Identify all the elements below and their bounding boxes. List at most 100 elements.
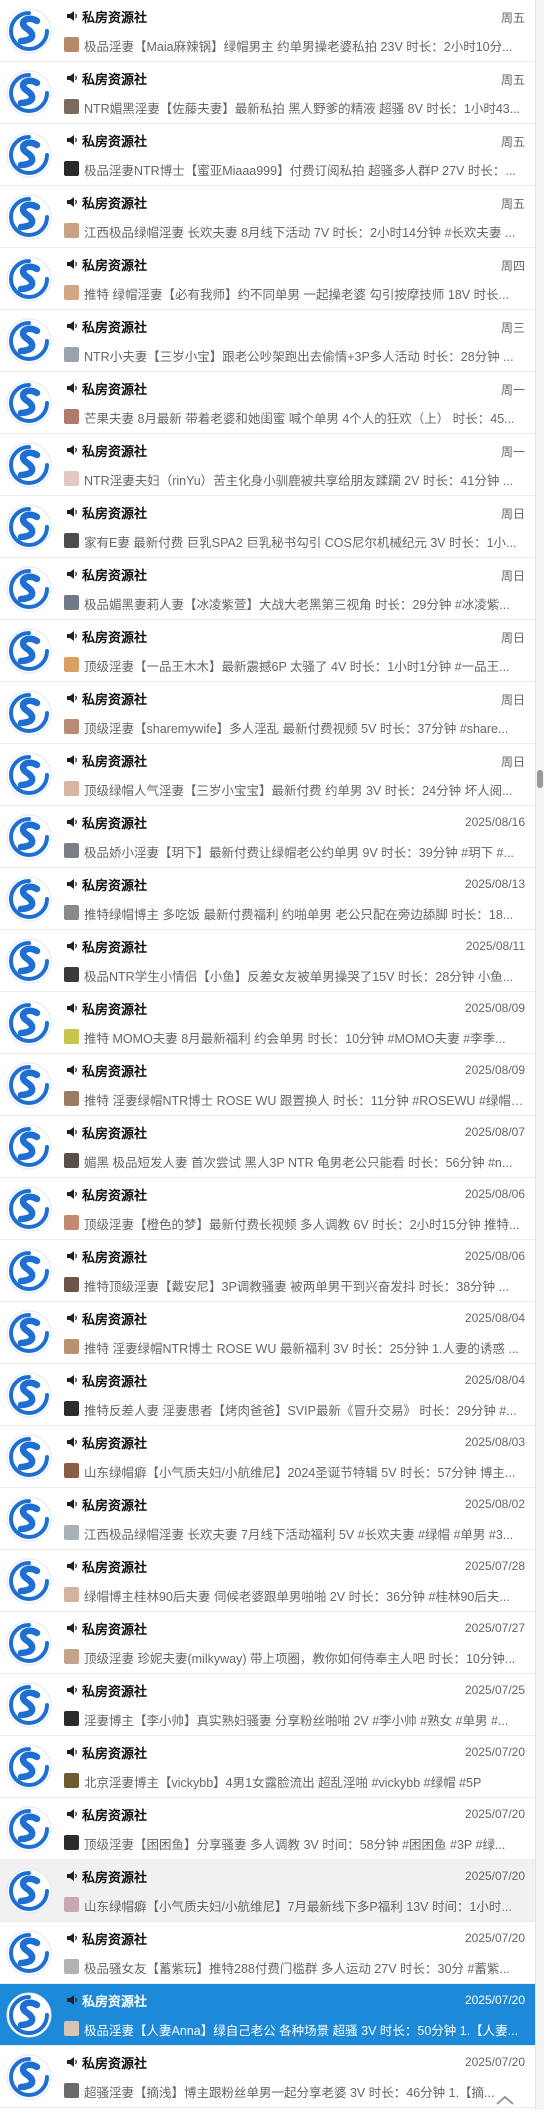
message-row[interactable]: 私房资源社 2025/07/27 顶级淫妻 珍妮夫妻(milkyway) 带上项… (0, 1612, 535, 1674)
message-date: 2025/08/04 (464, 1373, 525, 1387)
s-logo-icon[interactable] (6, 1434, 52, 1480)
message-row[interactable]: 私房资源社 2025/08/04 推特 淫妻绿帽NTR博士 ROSE WU 最新… (0, 1302, 535, 1364)
s-logo-icon[interactable] (6, 442, 52, 488)
s-logo-icon[interactable] (6, 1062, 52, 1108)
s-logo-icon[interactable] (6, 1186, 52, 1232)
message-row[interactable]: 私房资源社 周五 极品淫妻NTR博士【蜜亚Miaaa999】付费订阅私拍 超骚多… (0, 124, 535, 186)
s-logo-icon[interactable] (6, 1310, 52, 1356)
message-row[interactable]: 私房资源社 周四 推特 绿帽淫妻【必有我师】约不同单男 一起操老婆 勾引按摩技师… (0, 248, 535, 310)
s-logo-icon[interactable] (6, 1496, 52, 1542)
s-logo-icon[interactable] (6, 1930, 52, 1976)
message-row[interactable]: 私房资源社 2025/07/20 极品骚女友【蓄紫玩】推特288付费门槛群 多人… (0, 1922, 535, 1984)
message-row[interactable]: 私房资源社 周日 顶级淫妻【一品王木木】最新震撼6P 太骚了 4V 时长：1小时… (0, 620, 535, 682)
speaker-icon (66, 629, 78, 641)
message-row[interactable]: 私房资源社 周日 顶级绿帽人气淫妻【三岁小宝宝】最新付费 约单男 3V 时长：2… (0, 744, 535, 806)
s-logo-icon[interactable] (6, 132, 52, 178)
s-logo-icon[interactable] (6, 1372, 52, 1418)
message-preview: 极品NTR学生小情侣【小鱼】反差女友被单男操哭了15V 时长：28分钟 小鱼..… (84, 970, 514, 984)
s-logo-icon[interactable] (6, 1744, 52, 1790)
s-logo-icon[interactable] (6, 70, 52, 116)
message-row[interactable]: 私房资源社 2025/08/13 推特绿帽博主 多吃饭 最新付费福利 约啪单男 … (0, 868, 535, 930)
message-row[interactable]: 私房资源社 2025/08/16 极品娇小淫妻【玥下】最新付费让绿帽老公约单男 … (0, 806, 535, 868)
s-logo-icon[interactable] (6, 1558, 52, 1604)
sender-name: 私房资源社 (82, 10, 148, 25)
message-row[interactable]: 私房资源社 周日 极品媚黑妻莉人妻【冰凌紫萱】大战大老黑第三视角 时长：29分钟… (0, 558, 535, 620)
s-logo-icon[interactable] (6, 194, 52, 240)
s-logo-icon[interactable] (6, 628, 52, 674)
message-row[interactable]: 私房资源社 2025/08/09 推特 MOMO夫妻 8月最新福利 约会单男 时… (0, 992, 535, 1054)
message-row[interactable]: 私房资源社 2025/07/20 顶级淫妻【困困鱼】分享骚妻 多人调教 3V 时… (0, 1798, 535, 1860)
sender-name: 私房资源社 (82, 506, 148, 521)
sender-name: 私房资源社 (82, 816, 148, 831)
s-logo-icon[interactable] (6, 566, 52, 612)
s-logo-icon[interactable] (6, 876, 52, 922)
message-date: 2025/08/02 (464, 1497, 525, 1511)
message-row[interactable]: 私房资源社 2025/07/20 北京淫妻博主【vickybb】4男1女露脸流出… (0, 1736, 535, 1798)
message-preview: 超骚淫妻【摘浅】博主跟粉丝单男一起分享老婆 3V 时长：46分钟 1.【摘... (84, 2086, 495, 2100)
message-row[interactable]: 私房资源社 2025/08/11 极品NTR学生小情侣【小鱼】反差女友被单男操哭… (0, 930, 535, 992)
preview-thumbnail (64, 347, 79, 362)
message-preview: 顶级淫妻 珍妮夫妻(milkyway) 带上项圈，教你如何侍奉主人吧 时长：10… (84, 1652, 516, 1666)
s-logo-icon[interactable] (6, 1000, 52, 1046)
message-date: 周三 (500, 321, 525, 335)
message-row[interactable]: 私房资源社 周五 江西极品绿帽淫妻 长欢夫妻 8月线下活动 7V 时长：2小时1… (0, 186, 535, 248)
message-row[interactable]: 私房资源社 周五 极品淫妻【Maia麻辣锅】绿帽男主 约单男操老婆私拍 23V … (0, 0, 535, 62)
message-date: 2025/07/25 (464, 1683, 525, 1697)
s-logo-icon[interactable] (6, 814, 52, 860)
preview-thumbnail (64, 843, 79, 858)
message-preview: 家有E妻 最新付费 巨乳SPA2 巨乳秘书勾引 COS尼尔机械纪元 3V 时长：… (84, 536, 517, 550)
message-row[interactable]: 私房资源社 2025/08/07 媚黑 极品短发人妻 首次尝试 黑人3P NTR… (0, 1116, 535, 1178)
s-logo-icon[interactable] (6, 1868, 52, 1914)
message-date: 周一 (500, 383, 525, 397)
s-logo-icon[interactable] (6, 1124, 52, 1170)
speaker-icon (66, 1621, 78, 1633)
s-logo-icon[interactable] (6, 1682, 52, 1728)
message-row[interactable]: 私房资源社 2025/07/20 极品淫妻【人妻Anna】绿自己老公 各种场景 … (0, 1984, 535, 2046)
s-logo-icon[interactable] (6, 1620, 52, 1666)
message-date: 周日 (500, 569, 525, 583)
message-preview: 山东绿帽癖【小气质夫妇/小航维尼】2024圣诞节特辑 5V 时长：57分钟 博主… (84, 1466, 516, 1480)
chevron-up-icon[interactable] (488, 2089, 522, 2110)
sender-name: 私房资源社 (82, 1622, 148, 1637)
s-logo-icon[interactable] (6, 380, 52, 426)
message-preview: NTR小夫妻【三岁小宝】跟老公吵架跑出去偷情+3P多人活动 时长：28分钟 ..… (84, 350, 514, 364)
message-row[interactable]: 私房资源社 2025/08/06 顶级淫妻【橙色的梦】最新付费长视频 多人调教 … (0, 1178, 535, 1240)
speaker-icon (66, 2055, 78, 2067)
sender-name: 私房资源社 (82, 692, 148, 707)
speaker-icon (66, 753, 78, 765)
message-row[interactable]: 私房资源社 周日 顶级淫妻【sharemywife】多人淫乱 最新付费视频 5V… (0, 682, 535, 744)
s-logo-icon[interactable] (6, 690, 52, 736)
s-logo-icon[interactable] (6, 938, 52, 984)
message-row[interactable]: 私房资源社 2025/08/09 推特 淫妻绿帽NTR博士 ROSE WU 跟置… (0, 1054, 535, 1116)
message-date: 周日 (500, 693, 525, 707)
message-row[interactable]: 私房资源社 2025/08/04 推特反差人妻 淫妻患者【烤肉爸爸】SVIP最新… (0, 1364, 535, 1426)
message-row[interactable]: 私房资源社 2025/07/25 淫妻博主【李小帅】真实熟妇骚妻 分享粉丝啪啪 … (0, 1674, 535, 1736)
s-logo-icon[interactable] (6, 752, 52, 798)
s-logo-icon[interactable] (6, 1992, 52, 2038)
message-row[interactable]: 私房资源社 周一 NTR淫妻夫妇（rinYu）苦主化身小驯鹿被共享给朋友蹂躏 2… (0, 434, 535, 496)
s-logo-icon[interactable] (6, 8, 52, 54)
vertical-scrollbar[interactable] (535, 0, 544, 2110)
speaker-icon (66, 1807, 78, 1819)
preview-thumbnail (64, 1835, 79, 1850)
sender-name: 私房资源社 (82, 1870, 148, 1885)
message-date: 周日 (500, 631, 525, 645)
message-row[interactable]: 私房资源社 周三 NTR小夫妻【三岁小宝】跟老公吵架跑出去偷情+3P多人活动 时… (0, 310, 535, 372)
s-logo-icon[interactable] (6, 504, 52, 550)
message-row[interactable]: 私房资源社 2025/08/03 山东绿帽癖【小气质夫妇/小航维尼】2024圣诞… (0, 1426, 535, 1488)
message-row[interactable]: 私房资源社 周日 家有E妻 最新付费 巨乳SPA2 巨乳秘书勾引 COS尼尔机械… (0, 496, 535, 558)
s-logo-icon[interactable] (6, 1806, 52, 1852)
s-logo-icon[interactable] (6, 318, 52, 364)
message-row[interactable]: 私房资源社 2025/07/20 山东绿帽癖【小气质夫妇/小航维尼】7月最新线下… (0, 1860, 535, 1922)
message-row[interactable]: 私房资源社 2025/07/28 绿帽博主桂林90后夫妻 伺候老婆跟单男啪啪 2… (0, 1550, 535, 1612)
sender-name: 私房资源社 (82, 1312, 148, 1327)
message-row[interactable]: 私房资源社 2025/07/20 超骚淫妻【摘浅】博主跟粉丝单男一起分享老婆 3… (0, 2046, 535, 2108)
s-logo-icon[interactable] (6, 1248, 52, 1294)
message-row[interactable]: 私房资源社 2025/08/02 江西极品绿帽淫妻 长欢夫妻 7月线下活动福利 … (0, 1488, 535, 1550)
message-row[interactable]: 私房资源社 周一 芒果夫妻 8月最新 带着老婆和她闺蜜 喊个单男 4个人的狂欢（… (0, 372, 535, 434)
s-logo-icon[interactable] (6, 2054, 52, 2100)
s-logo-icon[interactable] (6, 256, 52, 302)
message-row[interactable]: 私房资源社 2025/08/06 推特顶级淫妻【戴安尼】3P调教骚妻 被两单男干… (0, 1240, 535, 1302)
message-row[interactable]: 私房资源社 周五 NTR媚黑淫妻【佐藤夫妻】最新私拍 黑人野爹的精液 超骚 8V… (0, 62, 535, 124)
scrollbar-thumb[interactable] (537, 770, 543, 788)
